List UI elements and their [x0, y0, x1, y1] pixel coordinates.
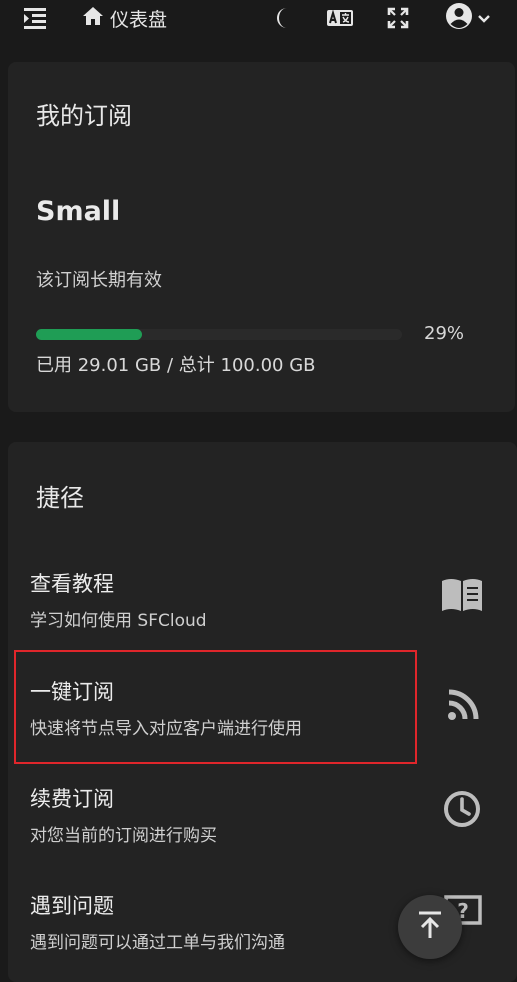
book-icon — [439, 572, 485, 618]
top-bar: 仪表盘 — [0, 0, 517, 52]
shortcut-label: 查看教程 — [30, 572, 114, 596]
home-label: 仪表盘 — [110, 8, 168, 31]
shortcut-label: 一键订阅 — [30, 680, 114, 704]
shortcut-desc: 快速将节点导入对应客户端进行使用 — [30, 719, 302, 739]
shortcuts-title: 捷径 — [36, 484, 84, 512]
plan-validity: 该订阅长期有效 — [36, 270, 162, 291]
shortcut-one-click-subscribe[interactable]: 一键订阅 快速将节点导入对应客户端进行使用 — [30, 676, 500, 739]
shortcut-tutorial[interactable]: 查看教程 学习如何使用 SFCloud — [30, 568, 500, 631]
scroll-to-top-button[interactable] — [398, 895, 462, 959]
clock-icon — [439, 786, 485, 832]
account-icon — [445, 2, 473, 34]
chevron-down-icon — [477, 9, 491, 28]
usage-progress-bar — [36, 329, 402, 340]
usage-progress-fill — [36, 329, 143, 340]
plan-name: Small — [36, 196, 121, 227]
translate-icon[interactable] — [326, 4, 354, 32]
rss-icon — [440, 682, 486, 728]
home-nav[interactable]: 仪表盘 — [82, 5, 167, 31]
moon-icon[interactable] — [268, 4, 296, 32]
subscription-title: 我的订阅 — [36, 102, 132, 130]
shortcut-label: 续费订阅 — [30, 787, 114, 811]
shortcut-renew[interactable]: 续费订阅 对您当前的订阅进行购买 — [30, 783, 500, 846]
shortcut-desc: 学习如何使用 SFCloud — [30, 611, 207, 631]
usage-percent: 29% — [424, 323, 465, 344]
fullscreen-icon[interactable] — [384, 4, 412, 32]
usage-text: 已用 29.01 GB / 总计 100.00 GB — [36, 355, 316, 376]
shortcut-desc: 对您当前的订阅进行购买 — [30, 826, 217, 846]
menu-icon[interactable] — [22, 6, 50, 32]
arrow-up-to-top-icon — [416, 910, 444, 944]
account-menu[interactable] — [440, 2, 496, 34]
home-icon — [82, 6, 104, 30]
